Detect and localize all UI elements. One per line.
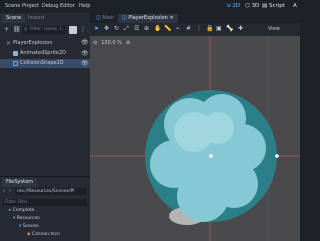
menu-scene[interactable]: Scene: [5, 3, 20, 9]
add-node-icon[interactable]: +: [4, 27, 9, 33]
tab-import[interactable]: Import: [24, 14, 49, 23]
pivot-icon[interactable]: ⊕: [144, 26, 149, 32]
2d-icon: ⇲: [226, 3, 231, 9]
close-icon[interactable]: ✕: [169, 15, 173, 21]
node-label: AnimatedSprite2D: [20, 50, 66, 56]
workspace-assetlib-button[interactable]: A: [293, 3, 297, 9]
folder-icon: ▾: [13, 216, 16, 221]
folder-icon: ▾: [19, 224, 22, 229]
back-arrow-icon[interactable]: ‹: [3, 189, 5, 194]
menu-help[interactable]: Help: [79, 3, 90, 9]
group-icon[interactable]: ▣: [216, 26, 222, 32]
filter-icon: ⚲: [24, 27, 28, 33]
file-item-resources[interactable]: ▾ Resources: [13, 216, 40, 224]
visibility-eye-icon[interactable]: 👁: [81, 49, 89, 58]
file-filter-placeholder: Filter Files: [5, 200, 28, 205]
scene-filter-input[interactable]: ⚲ Filter: name, t...: [22, 26, 66, 34]
scene-menu-icon[interactable]: ⋮: [80, 27, 86, 33]
tab-main[interactable]: ◫ Main: [92, 14, 118, 23]
scene-filter-placeholder: Filter: name, t...: [30, 27, 66, 32]
menu-bar: Scene Project Debug Editor Help ⇲ 2D ⬡ 3…: [0, 0, 300, 13]
canvas-viewport[interactable]: ⊖ 130.0 % ⊕: [90, 36, 300, 241]
tab-scene[interactable]: Scene: [2, 14, 26, 23]
zoom-controls: ⊖ 130.0 % ⊕: [93, 40, 130, 46]
zoom-in-icon[interactable]: ⊕: [126, 40, 130, 46]
view-menu[interactable]: View: [268, 26, 280, 32]
file-item-cannon[interactable]: ◆ Cannon.tscn: [27, 232, 60, 240]
menu-debug[interactable]: Debug: [42, 3, 58, 9]
scene-icon: ◫: [96, 15, 101, 21]
filesystem-dock: FileSystem ‹ › res://Resources/Scenes/Pl…: [0, 176, 90, 241]
skeleton-icon[interactable]: 🦴: [226, 26, 233, 32]
ruler-icon[interactable]: 📏: [164, 26, 171, 32]
file-item-complete[interactable]: ▸ Complete: [9, 208, 34, 216]
node-label: PlayerExplosion: [13, 40, 53, 46]
snap-options-icon[interactable]: ⋮: [196, 26, 202, 32]
3d-icon: ⬡: [245, 3, 250, 9]
move-mode-icon[interactable]: ✥: [104, 26, 109, 32]
tree-node-animatedsprite2d[interactable]: AnimatedSprite2D 👁: [0, 49, 90, 58]
tree-node-playerexplosion[interactable]: ✕ PlayerExplosion: [0, 39, 90, 48]
menu-project[interactable]: Project: [22, 3, 39, 9]
node-origin: [209, 154, 213, 158]
smart-snap-icon[interactable]: ⌁: [176, 26, 180, 32]
bone-icon[interactable]: ✚: [238, 26, 243, 32]
canvas-toolbar: ➤ ✥ ↻ ⤢ ☰ ⊕ ✋ 📏 ⌁ # ⋮ 🔒 ▣ 🦴 ✚ View: [90, 23, 300, 36]
scene-icon: ◫: [122, 15, 127, 21]
file-filter-input[interactable]: Filter Files: [3, 199, 87, 206]
zoom-out-icon[interactable]: ⊖: [93, 40, 97, 46]
menu-editor[interactable]: Editor: [60, 3, 75, 9]
tab-playerexplosion[interactable]: ◫ PlayerExplosion ✕: [118, 14, 178, 23]
node-label: CollisionShape2D: [20, 60, 64, 66]
pan-mode-icon[interactable]: ✋: [154, 26, 161, 32]
folder-icon: ▸: [9, 208, 12, 213]
radius-handle: [275, 154, 279, 158]
scale-mode-icon[interactable]: ⤢: [124, 26, 129, 32]
visibility-eye-icon[interactable]: 👁: [81, 40, 89, 46]
rotate-mode-icon[interactable]: ↻: [114, 26, 119, 32]
lock-icon[interactable]: 🔒: [206, 26, 213, 32]
forward-arrow-icon[interactable]: ›: [9, 189, 11, 194]
path-text: res://Resources/Scenes/Pl: [17, 189, 75, 194]
select-mode-icon[interactable]: ➤: [94, 26, 99, 32]
file-item-scenes[interactable]: ▾ Scenes: [19, 224, 39, 232]
viewport-canvas: [90, 36, 300, 241]
instance-scene-icon[interactable]: ⛓: [13, 27, 21, 33]
collisionshape-icon: [13, 61, 18, 66]
node2d-icon: ✕: [6, 40, 12, 47]
visibility-eye-icon[interactable]: 👁: [81, 59, 89, 68]
scene-file-icon: ◆: [27, 232, 31, 237]
tab-filesystem[interactable]: FileSystem: [2, 178, 38, 187]
grid-snap-icon[interactable]: #: [186, 26, 191, 32]
workspace-3d-button[interactable]: ⬡ 3D: [245, 3, 259, 9]
workspace-script-button[interactable]: ▤ Script: [262, 3, 285, 9]
animatedsprite-icon: [13, 51, 18, 56]
list-select-icon[interactable]: ☰: [134, 26, 139, 32]
scene-dock: Scene Import + ⛓ ⚲ Filter: name, t... ⋮ …: [0, 13, 90, 176]
zoom-level[interactable]: 130.0 %: [101, 40, 122, 46]
attach-script-icon[interactable]: [69, 26, 77, 34]
path-field[interactable]: res://Resources/Scenes/Pl: [15, 188, 87, 195]
scene-tab-bar: ◫ Main ◫ PlayerExplosion ✕: [90, 13, 300, 23]
tree-node-collisionshape2d[interactable]: CollisionShape2D 👁: [0, 59, 90, 68]
workspace-2d-button[interactable]: ⇲ 2D: [226, 3, 240, 9]
script-icon: ▤: [262, 3, 268, 9]
